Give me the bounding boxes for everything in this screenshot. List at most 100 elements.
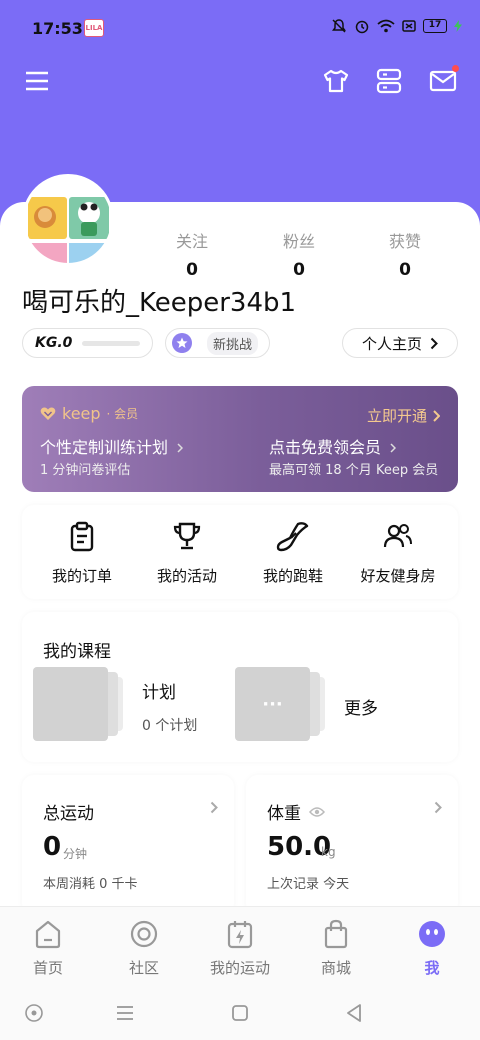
vip-free-link[interactable]: 点击免费领会员 (269, 434, 397, 458)
vip-open-label: 立即开通 (366, 407, 427, 425)
stat-following[interactable]: 关注 0 (152, 228, 232, 280)
home-system-button[interactable] (228, 1001, 252, 1025)
personal-homepage-button[interactable]: 个人主页 (342, 328, 458, 358)
challenge-chip[interactable]: 新挑战 (165, 328, 270, 358)
sim-icon (402, 20, 416, 32)
square-icon (232, 1005, 248, 1021)
stat-likes[interactable]: 获赞 0 (365, 228, 445, 280)
thumb-front (33, 667, 108, 741)
outfit-button[interactable] (319, 64, 353, 98)
menu-lines-icon (117, 1006, 133, 1020)
chevron-right-icon (390, 443, 397, 453)
my-orders-button[interactable]: 我的订单 (32, 521, 132, 586)
chevron-right-icon (430, 337, 438, 349)
kg-level-chip[interactable]: KG.0 (22, 328, 153, 358)
my-courses-card: 我的课程 计划 0 个计划 ··· 更多 (22, 612, 458, 762)
challenge-badge-icon (172, 333, 192, 353)
shoe-icon (276, 522, 309, 552)
community-icon (130, 920, 158, 948)
trophy-icon (173, 522, 201, 550)
nav-label: 商城 (320, 959, 351, 977)
vip-card[interactable]: keep · 会员 立即开通 个性定制训练计划 1 分钟问卷评估 点击免费领会员… (22, 386, 458, 492)
vip-brand: keep (62, 404, 101, 423)
more-dots: ··· (235, 667, 310, 741)
action-label: 好友健身房 (360, 567, 436, 585)
vip-plan-subtitle: 1 分钟问卷评估 (40, 463, 131, 478)
action-label: 我的活动 (156, 567, 217, 585)
status-indicators: 17 (331, 18, 462, 34)
nav-label: 社区 (128, 959, 159, 977)
stat-label: 获赞 (388, 232, 421, 251)
vip-plan-title: 个性定制训练计划 (40, 438, 169, 457)
plan-label[interactable]: 计划 (142, 678, 176, 703)
tshirt-icon (323, 69, 349, 93)
avatar[interactable] (22, 174, 114, 266)
vip-open-button[interactable]: 立即开通 (367, 405, 440, 426)
friends-gym-button[interactable]: 好友健身房 (348, 521, 448, 586)
plan-thumbnail[interactable] (33, 667, 123, 741)
nav-me[interactable]: 我 (384, 919, 480, 978)
more-label[interactable]: 更多 (344, 694, 378, 719)
messages-button[interactable] (426, 64, 460, 98)
chevron-right-icon (210, 801, 218, 814)
stat-label: 粉丝 (282, 232, 315, 251)
homepage-label: 个人主页 (361, 334, 422, 353)
username: 喝可乐的_Keeper34b1 (22, 288, 297, 318)
battery-indicator: 17 (423, 19, 447, 33)
top-toolbar (0, 64, 480, 100)
courses-title: 我的课程 (43, 642, 111, 662)
total-exercise-unit: 分钟 (63, 847, 88, 861)
wifi-icon (377, 19, 395, 33)
back-system-button[interactable] (342, 1001, 366, 1025)
nav-community[interactable]: 社区 (96, 919, 192, 978)
nav-home[interactable]: 首页 (0, 919, 96, 978)
card-title: 总运动 (43, 804, 94, 824)
vip-free-title: 点击免费领会员 (269, 438, 382, 457)
calendar-bolt-icon (227, 921, 253, 949)
eye-icon[interactable] (309, 806, 325, 818)
friends-icon (383, 524, 412, 548)
stat-followers[interactable]: 粉丝 0 (259, 228, 339, 280)
assistant-icon (25, 1004, 43, 1022)
weight-card[interactable]: 体重 50.0 kg 上次记录 今天 (246, 775, 458, 915)
vip-logo: keep · 会员 (40, 404, 138, 423)
menu-button[interactable] (20, 64, 54, 98)
more-courses-thumbnail[interactable]: ··· (235, 667, 325, 741)
nav-label: 我 (424, 959, 440, 977)
unread-dot (452, 65, 459, 72)
kg-level-label: KG.0 (35, 335, 73, 351)
vip-plan-link[interactable]: 个性定制训练计划 (40, 434, 184, 458)
vip-member-tag: · 会员 (106, 407, 139, 421)
nav-label: 首页 (32, 959, 63, 977)
card-title: 体重 (267, 804, 301, 824)
challenge-label: 新挑战 (207, 331, 259, 355)
devices-button[interactable] (372, 64, 406, 98)
weight-sub: 上次记录 今天 (267, 877, 350, 892)
action-label: 我的订单 (51, 567, 112, 585)
total-exercise-card[interactable]: 总运动 0 分钟 本周消耗 0 千卡 (22, 775, 234, 915)
total-exercise-sub: 本周消耗 0 千卡 (43, 877, 138, 892)
action-label: 我的跑鞋 (262, 567, 323, 585)
chevron-right-icon (177, 443, 184, 453)
chevron-right-icon (433, 409, 440, 422)
shopping-bag-icon (324, 919, 348, 949)
stat-value: 0 (186, 260, 198, 280)
my-running-shoes-button[interactable]: 我的跑鞋 (243, 521, 343, 586)
total-exercise-value: 0 (43, 832, 62, 862)
my-activities-button[interactable]: 我的活动 (137, 521, 237, 586)
nav-mall[interactable]: 商城 (288, 919, 384, 978)
recent-apps-button[interactable] (113, 1001, 137, 1025)
plan-count: 0 个计划 (142, 718, 198, 734)
assistant-button[interactable] (22, 1001, 46, 1025)
nav-my-sports[interactable]: 我的运动 (192, 919, 288, 978)
vip-free-subtitle: 最高可领 18 个月 Keep 会员 (269, 463, 439, 478)
back-triangle-icon (347, 1004, 361, 1022)
weight-unit: kg (321, 845, 336, 859)
chevron-right-icon (434, 801, 442, 814)
nav-label: 我的运动 (209, 959, 270, 977)
weight-title: 体重 (267, 799, 325, 824)
stat-value: 0 (293, 260, 305, 280)
bottom-nav: 首页 社区 我的运动 商城 我 (0, 906, 480, 986)
total-exercise-title: 总运动 (43, 799, 94, 824)
menu-icon (26, 71, 48, 91)
